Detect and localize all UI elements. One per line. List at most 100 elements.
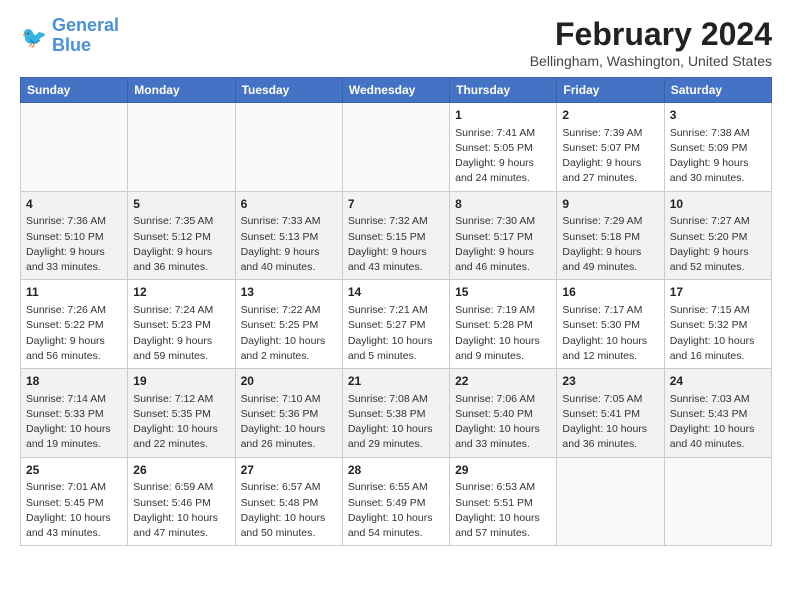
day-info: Sunrise: 7:21 AM Sunset: 5:27 PM Dayligh… [348,303,444,364]
day-info: Sunrise: 7:38 AM Sunset: 5:09 PM Dayligh… [670,126,766,187]
day-info: Sunrise: 7:24 AM Sunset: 5:23 PM Dayligh… [133,303,229,364]
calendar-cell: 24 Sunrise: 7:03 AM Sunset: 5:43 PM Dayli… [664,369,771,458]
day-of-week-header: Thursday [450,78,557,103]
calendar-cell: 23Sunrise: 7:05 AM Sunset: 5:41 PM Dayli… [557,369,664,458]
calendar-cell: 12 Sunrise: 7:24 AM Sunset: 5:23 PM Dayli… [128,280,235,369]
day-info: Sunrise: 7:32 AM Sunset: 5:15 PM Dayligh… [348,214,444,275]
day-info: Sunrise: 7:22 AM Sunset: 5:25 PM Dayligh… [241,303,337,364]
day-info: Sunrise: 6:53 AM Sunset: 5:51 PM Dayligh… [455,480,551,541]
calendar-cell: 28Sunrise: 6:55 AM Sunset: 5:49 PM Dayli… [342,457,449,546]
day-info: Sunrise: 7:30 AM Sunset: 5:17 PM Dayligh… [455,214,551,275]
calendar-cell: 9Sunrise: 7:29 AM Sunset: 5:18 PM Daylig… [557,191,664,280]
calendar-cell: 5Sunrise: 7:35 AM Sunset: 5:12 PM Daylig… [128,191,235,280]
day-number: 13 [241,284,337,301]
calendar-cell: 8Sunrise: 7:30 AM Sunset: 5:17 PM Daylig… [450,191,557,280]
calendar-cell: 16 Sunrise: 7:17 AM Sunset: 5:30 PM Dayli… [557,280,664,369]
day-number: 27 [241,462,337,479]
day-info: Sunrise: 7:12 AM Sunset: 5:35 PM Dayligh… [133,392,229,453]
day-number: 19 [133,373,229,390]
day-info: Sunrise: 7:03 AM Sunset: 5:43 PM Dayligh… [670,392,766,453]
calendar-cell [664,457,771,546]
day-number: 24 [670,373,766,390]
logo: 🐦 General Blue [20,16,119,56]
day-of-week-header: Sunday [21,78,128,103]
day-number: 15 [455,284,551,301]
day-number: 6 [241,196,337,213]
day-info: Sunrise: 7:29 AM Sunset: 5:18 PM Dayligh… [562,214,658,275]
day-of-week-header: Monday [128,78,235,103]
day-info: Sunrise: 7:14 AM Sunset: 5:33 PM Dayligh… [26,392,122,453]
day-of-week-header: Friday [557,78,664,103]
month-year-title: February 2024 [530,16,772,53]
page-header: 🐦 General Blue February 2024 Bellingham,… [20,16,772,69]
calendar-cell: 11 Sunrise: 7:26 AM Sunset: 5:22 PM Dayli… [21,280,128,369]
calendar-cell: 17 Sunrise: 7:15 AM Sunset: 5:32 PM Dayli… [664,280,771,369]
calendar-cell: 1Sunrise: 7:41 AM Sunset: 5:05 PM Daylig… [450,103,557,192]
calendar-cell [128,103,235,192]
calendar-cell [235,103,342,192]
calendar-cell: 2 Sunrise: 7:39 AM Sunset: 5:07 PM Daylig… [557,103,664,192]
location-subtitle: Bellingham, Washington, United States [530,53,772,69]
logo-icon: 🐦 [20,22,48,50]
day-info: Sunrise: 7:27 AM Sunset: 5:20 PM Dayligh… [670,214,766,275]
day-number: 4 [26,196,122,213]
day-number: 21 [348,373,444,390]
calendar-cell [342,103,449,192]
day-number: 2 [562,107,658,124]
calendar-cell: 25Sunrise: 7:01 AM Sunset: 5:45 PM Dayli… [21,457,128,546]
calendar-week-row: 1Sunrise: 7:41 AM Sunset: 5:05 PM Daylig… [21,103,772,192]
day-number: 14 [348,284,444,301]
day-number: 7 [348,196,444,213]
day-info: Sunrise: 7:17 AM Sunset: 5:30 PM Dayligh… [562,303,658,364]
day-number: 28 [348,462,444,479]
day-number: 3 [670,107,766,124]
logo-text: General Blue [52,16,119,56]
day-number: 16 [562,284,658,301]
day-info: Sunrise: 7:41 AM Sunset: 5:05 PM Dayligh… [455,126,551,187]
day-number: 11 [26,284,122,301]
calendar-cell: 27Sunrise: 6:57 AM Sunset: 5:48 PM Dayli… [235,457,342,546]
day-info: Sunrise: 7:10 AM Sunset: 5:36 PM Dayligh… [241,392,337,453]
calendar-cell [21,103,128,192]
day-info: Sunrise: 7:08 AM Sunset: 5:38 PM Dayligh… [348,392,444,453]
day-info: Sunrise: 6:55 AM Sunset: 5:49 PM Dayligh… [348,480,444,541]
calendar-cell: 26Sunrise: 6:59 AM Sunset: 5:46 PM Dayli… [128,457,235,546]
day-number: 17 [670,284,766,301]
calendar-week-row: 11 Sunrise: 7:26 AM Sunset: 5:22 PM Dayli… [21,280,772,369]
calendar-cell: 15 Sunrise: 7:19 AM Sunset: 5:28 PM Dayli… [450,280,557,369]
day-number: 23 [562,373,658,390]
day-info: Sunrise: 7:19 AM Sunset: 5:28 PM Dayligh… [455,303,551,364]
day-info: Sunrise: 7:39 AM Sunset: 5:07 PM Dayligh… [562,126,658,187]
calendar-cell: 14 Sunrise: 7:21 AM Sunset: 5:27 PM Dayli… [342,280,449,369]
calendar-cell: 29Sunrise: 6:53 AM Sunset: 5:51 PM Dayli… [450,457,557,546]
day-number: 26 [133,462,229,479]
day-of-week-header: Wednesday [342,78,449,103]
day-info: Sunrise: 6:59 AM Sunset: 5:46 PM Dayligh… [133,480,229,541]
svg-text:🐦: 🐦 [21,26,47,49]
days-of-week-row: SundayMondayTuesdayWednesdayThursdayFrid… [21,78,772,103]
day-info: Sunrise: 7:01 AM Sunset: 5:45 PM Dayligh… [26,480,122,541]
calendar-cell: 7Sunrise: 7:32 AM Sunset: 5:15 PM Daylig… [342,191,449,280]
day-info: Sunrise: 7:26 AM Sunset: 5:22 PM Dayligh… [26,303,122,364]
day-number: 25 [26,462,122,479]
day-info: Sunrise: 7:36 AM Sunset: 5:10 PM Dayligh… [26,214,122,275]
day-number: 22 [455,373,551,390]
day-info: Sunrise: 7:15 AM Sunset: 5:32 PM Dayligh… [670,303,766,364]
calendar-cell: 18Sunrise: 7:14 AM Sunset: 5:33 PM Dayli… [21,369,128,458]
calendar-week-row: 18Sunrise: 7:14 AM Sunset: 5:33 PM Dayli… [21,369,772,458]
calendar-body: 1Sunrise: 7:41 AM Sunset: 5:05 PM Daylig… [21,103,772,546]
calendar-cell: 6Sunrise: 7:33 AM Sunset: 5:13 PM Daylig… [235,191,342,280]
calendar-week-row: 4Sunrise: 7:36 AM Sunset: 5:10 PM Daylig… [21,191,772,280]
calendar-cell: 4Sunrise: 7:36 AM Sunset: 5:10 PM Daylig… [21,191,128,280]
day-number: 29 [455,462,551,479]
calendar-cell: 10Sunrise: 7:27 AM Sunset: 5:20 PM Dayli… [664,191,771,280]
day-of-week-header: Tuesday [235,78,342,103]
day-number: 8 [455,196,551,213]
day-number: 12 [133,284,229,301]
day-info: Sunrise: 6:57 AM Sunset: 5:48 PM Dayligh… [241,480,337,541]
title-block: February 2024 Bellingham, Washington, Un… [530,16,772,69]
calendar-cell: 21 Sunrise: 7:08 AM Sunset: 5:38 PM Dayli… [342,369,449,458]
calendar-cell: 20Sunrise: 7:10 AM Sunset: 5:36 PM Dayli… [235,369,342,458]
day-info: Sunrise: 7:06 AM Sunset: 5:40 PM Dayligh… [455,392,551,453]
day-number: 10 [670,196,766,213]
